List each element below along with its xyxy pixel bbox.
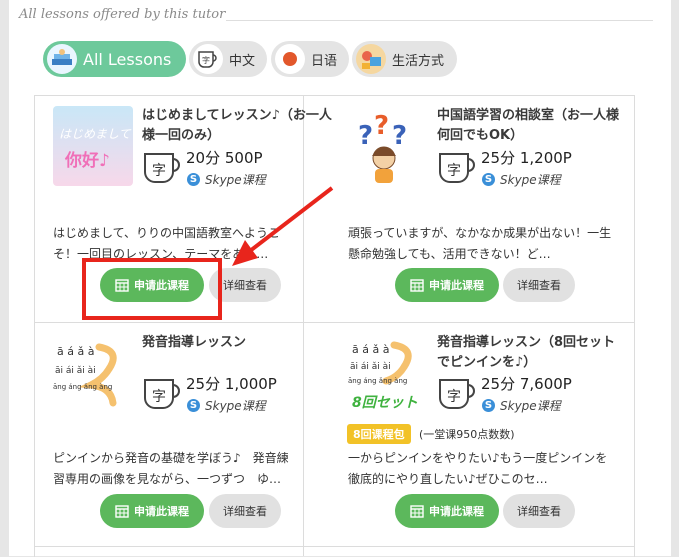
- annotation-arrow: [232, 186, 334, 266]
